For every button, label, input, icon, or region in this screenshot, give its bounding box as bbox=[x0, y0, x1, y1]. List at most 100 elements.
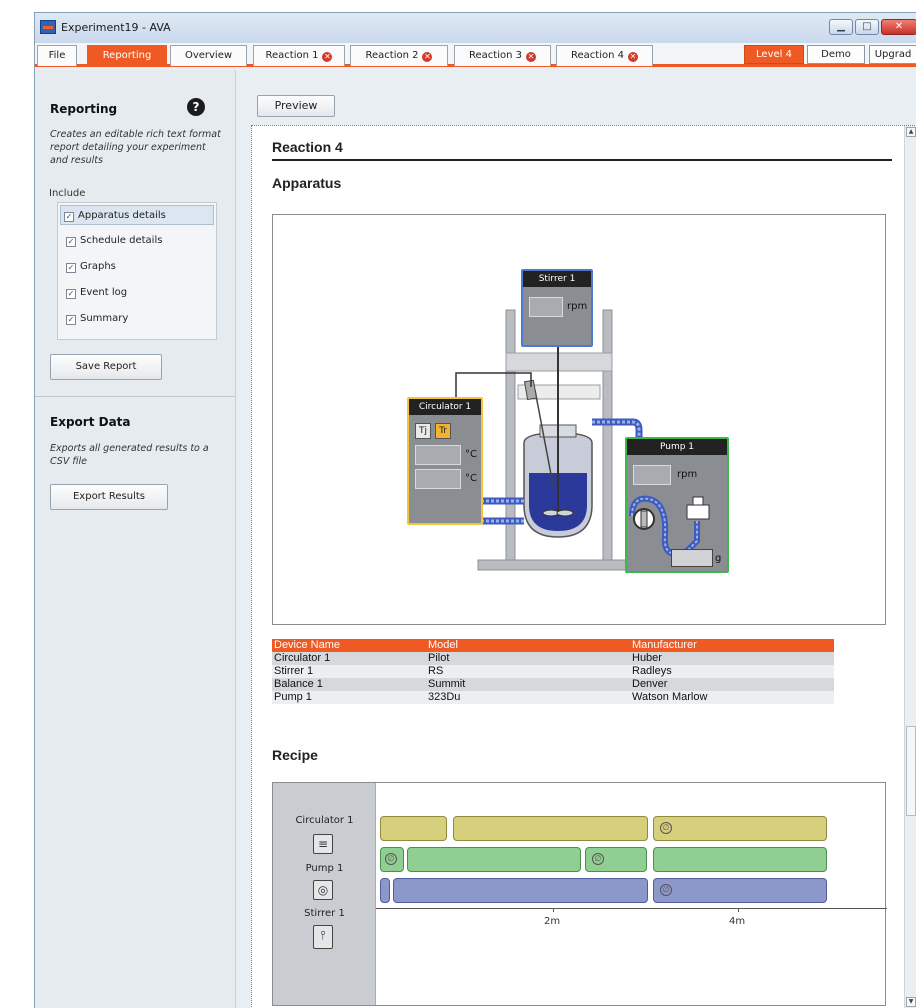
apparatus-diagram: Stirrer 1 rpm Circulator 1 Tj Tr °C °C P… bbox=[272, 214, 886, 625]
include-schedule-details[interactable]: ✓ Schedule details bbox=[63, 231, 167, 251]
tab-reaction-2[interactable]: Reaction 2 ✕ bbox=[350, 45, 448, 66]
include-item-label: Event log bbox=[80, 287, 128, 298]
pump-step[interactable] bbox=[653, 847, 827, 872]
device-table: Device Name Model Manufacturer Circulato… bbox=[272, 639, 834, 704]
pump-unit: rpm bbox=[677, 469, 698, 480]
tab-reporting[interactable]: Reporting bbox=[87, 45, 167, 66]
upgrade-button[interactable]: Upgrad bbox=[869, 45, 916, 64]
stirrer-icon[interactable]: ⫯ bbox=[313, 925, 333, 949]
scroll-down-icon[interactable]: ▼ bbox=[906, 997, 916, 1007]
balance-field[interactable] bbox=[671, 549, 713, 567]
circulator-icon[interactable]: ≡ bbox=[313, 834, 333, 854]
circulator-temp-field-1[interactable] bbox=[415, 445, 461, 465]
title-bar: Experiment19 - AVA ▁ □ ✕ bbox=[35, 13, 916, 43]
include-list: ✓ Apparatus details ✓ Schedule details ✓ Gr… bbox=[57, 202, 217, 340]
recipe-device-label: Pump 1 bbox=[305, 863, 344, 874]
checkbox-icon[interactable]: ✓ bbox=[64, 212, 74, 222]
scroll-thumb[interactable] bbox=[906, 726, 916, 816]
circulator-unit-2: °C bbox=[465, 473, 477, 484]
help-icon[interactable]: ? bbox=[187, 98, 205, 116]
minimize-button[interactable]: ▁ bbox=[829, 19, 853, 35]
disabled-icon: ∅ bbox=[385, 853, 397, 865]
preview-button[interactable]: Preview bbox=[257, 95, 335, 117]
main-panel: Preview Reaction 4 Apparatus Stirrer 1 r… bbox=[237, 70, 916, 1008]
column-header: Manufacturer bbox=[630, 639, 834, 652]
checkbox-icon[interactable]: ✓ bbox=[66, 237, 76, 247]
pump-title: Pump 1 bbox=[627, 439, 727, 455]
sidebar-divider bbox=[35, 396, 235, 397]
cell: Huber bbox=[630, 652, 834, 665]
disabled-icon: ∅ bbox=[660, 884, 672, 896]
pump-step[interactable]: ∅ bbox=[380, 847, 404, 872]
maximize-button[interactable]: □ bbox=[855, 19, 879, 35]
tab-reaction-3[interactable]: Reaction 3 ✕ bbox=[454, 45, 551, 66]
reaction-heading: Reaction 4 bbox=[272, 139, 343, 155]
apparatus-heading: Apparatus bbox=[272, 175, 342, 191]
include-apparatus-details[interactable]: ✓ Apparatus details bbox=[60, 205, 214, 225]
recipe-device-column: Circulator 1 ≡ Pump 1 ◎ Stirrer 1 ⫯ bbox=[273, 783, 376, 1005]
include-summary[interactable]: ✓ Summary bbox=[63, 309, 133, 329]
pump-icon[interactable]: ◎ bbox=[313, 880, 333, 900]
recipe-device-label: Stirrer 1 bbox=[304, 908, 345, 919]
axis-tick bbox=[738, 908, 739, 912]
reporting-description: Creates an editable rich text format rep… bbox=[50, 129, 221, 166]
tab-overview[interactable]: Overview bbox=[170, 45, 247, 66]
stirrer-step[interactable] bbox=[380, 878, 390, 903]
cell: Circulator 1 bbox=[272, 652, 426, 665]
circulator-step[interactable] bbox=[380, 816, 447, 841]
close-tab-icon[interactable]: ✕ bbox=[422, 52, 433, 62]
pump-step[interactable]: ∅ bbox=[585, 847, 647, 872]
checkbox-icon[interactable]: ✓ bbox=[66, 315, 76, 325]
disabled-icon: ∅ bbox=[592, 853, 604, 865]
balance-unit: g bbox=[715, 553, 722, 564]
column-header: Model bbox=[426, 639, 630, 652]
include-event-log[interactable]: ✓ Event log bbox=[63, 283, 132, 303]
app-window: Experiment19 - AVA ▁ □ ✕ File Reporting … bbox=[34, 12, 916, 1008]
cell: Watson Marlow bbox=[630, 691, 834, 704]
include-item-label: Summary bbox=[80, 313, 129, 324]
tr-toggle[interactable]: Tr bbox=[435, 423, 451, 439]
scroll-up-icon[interactable]: ▲ bbox=[906, 127, 916, 137]
table-row: Stirrer 1 RS Radleys bbox=[272, 665, 834, 678]
stirrer-speed-field[interactable] bbox=[529, 297, 563, 317]
tab-label: Reaction 2 bbox=[365, 50, 419, 61]
cell: 323Du bbox=[426, 691, 630, 704]
tab-label: Reporting bbox=[102, 50, 152, 61]
circulator-device[interactable]: Circulator 1 Tj Tr °C °C bbox=[407, 397, 483, 525]
disabled-icon: ∅ bbox=[660, 822, 672, 834]
level-badge[interactable]: Level 4 bbox=[744, 45, 804, 64]
circulator-temp-field-2[interactable] bbox=[415, 469, 461, 489]
export-results-button[interactable]: Export Results bbox=[50, 484, 168, 510]
close-tab-icon[interactable]: ✕ bbox=[322, 52, 333, 62]
close-tab-icon[interactable]: ✕ bbox=[525, 52, 536, 62]
close-tab-icon[interactable]: ✕ bbox=[627, 52, 638, 62]
stirrer-unit: rpm bbox=[567, 301, 588, 312]
stirrer-step[interactable] bbox=[393, 878, 648, 903]
pump-step[interactable] bbox=[407, 847, 581, 872]
demo-button[interactable]: Demo bbox=[807, 45, 865, 64]
checkbox-icon[interactable]: ✓ bbox=[66, 289, 76, 299]
checkbox-icon[interactable]: ✓ bbox=[66, 263, 76, 273]
circulator-step[interactable]: ∅ bbox=[653, 816, 827, 841]
save-report-button[interactable]: Save Report bbox=[50, 354, 162, 380]
tab-reaction-1[interactable]: Reaction 1 ✕ bbox=[253, 45, 345, 66]
circulator-step[interactable] bbox=[453, 816, 648, 841]
tab-file[interactable]: File bbox=[37, 45, 77, 66]
circulator-title: Circulator 1 bbox=[409, 399, 481, 415]
pump-speed-field[interactable] bbox=[633, 465, 671, 485]
stirrer-title: Stirrer 1 bbox=[523, 271, 591, 287]
pump-device[interactable]: Pump 1 rpm g bbox=[625, 437, 729, 573]
include-item-label: Schedule details bbox=[80, 235, 163, 246]
tj-toggle[interactable]: Tj bbox=[415, 423, 431, 439]
cell: Pilot bbox=[426, 652, 630, 665]
stirrer-step[interactable]: ∅ bbox=[653, 878, 827, 903]
include-graphs[interactable]: ✓ Graphs bbox=[63, 257, 121, 277]
tab-reaction-4[interactable]: Reaction 4 ✕ bbox=[556, 45, 653, 66]
close-window-button[interactable]: ✕ bbox=[881, 19, 916, 35]
vertical-scrollbar[interactable]: ▲ ▼ bbox=[904, 126, 916, 1008]
table-row: Balance 1 Summit Denver bbox=[272, 678, 834, 691]
column-header: Device Name bbox=[272, 639, 426, 652]
report-document[interactable]: Reaction 4 Apparatus Stirrer 1 rpm Circu… bbox=[251, 125, 916, 1008]
stirrer-device[interactable]: Stirrer 1 rpm bbox=[521, 269, 593, 347]
timeline-axis bbox=[376, 908, 887, 909]
